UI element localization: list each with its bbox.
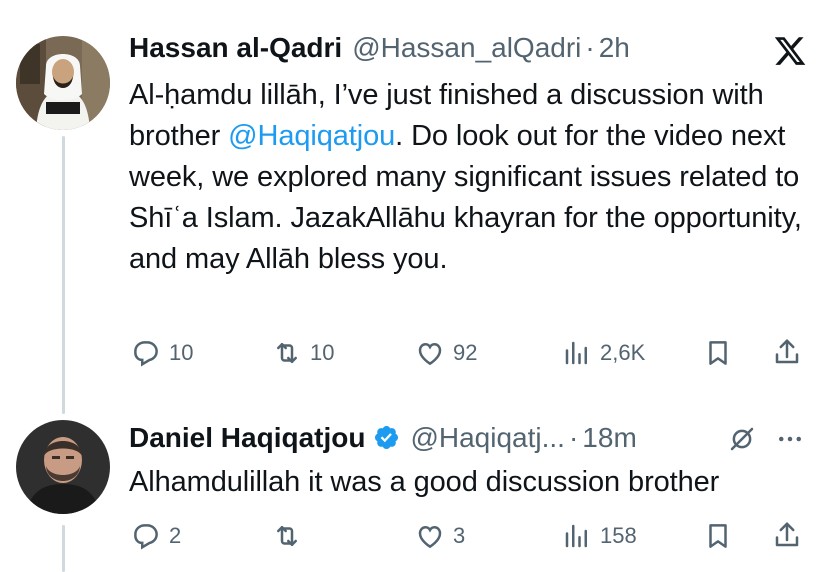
bookmark-icon — [709, 341, 727, 365]
tweet1-header: Hassan al-Qadri @Hassan_alQadri · 2h — [129, 32, 630, 64]
repost-button[interactable]: 10 — [272, 338, 334, 368]
views-count: 2,6K — [600, 340, 646, 365]
thread-connector — [62, 136, 65, 414]
bookmark-button[interactable] — [703, 338, 733, 373]
views-count: 158 — [600, 523, 637, 548]
separator-dot: · — [585, 32, 595, 63]
share-icon — [775, 522, 799, 547]
share-button[interactable] — [772, 337, 802, 372]
author-handle[interactable]: @Haqiqatj... — [410, 422, 565, 454]
avatar-hassan[interactable] — [16, 36, 110, 130]
author-name[interactable]: Daniel Haqiqatjou — [129, 422, 365, 454]
grok-button[interactable] — [727, 424, 757, 459]
mention-link[interactable]: @Haqiqatjou — [228, 120, 395, 152]
thread-connector-bottom — [62, 525, 65, 572]
x-logo-icon[interactable] — [773, 34, 807, 68]
author-name[interactable]: Hassan al-Qadri — [129, 32, 342, 64]
more-icon — [779, 436, 801, 442]
views-button[interactable]: 2,6K — [562, 338, 645, 368]
views-icon — [565, 524, 587, 548]
reply-button[interactable]: 2 — [131, 521, 181, 551]
grok-icon — [730, 427, 754, 451]
bookmark-icon — [709, 524, 727, 548]
verified-badge-icon — [375, 425, 399, 450]
timestamp[interactable]: 2h — [599, 32, 630, 64]
repost-button[interactable] — [272, 521, 310, 551]
tweet1-text: Al-ḥamdu lillāh, I’ve just finished a di… — [129, 75, 804, 280]
separator-dot: · — [568, 422, 579, 453]
timestamp[interactable]: 18m — [582, 422, 636, 454]
like-count: 92 — [453, 340, 478, 365]
repost-icon — [277, 526, 297, 546]
more-button[interactable] — [775, 424, 805, 459]
share-icon — [775, 339, 799, 364]
tweet2-text: Alhamdulillah it was a good discussion b… — [129, 466, 720, 498]
views-button[interactable]: 158 — [562, 521, 637, 551]
reply-count: 2 — [169, 523, 182, 548]
reply-count: 10 — [169, 340, 194, 365]
like-count: 3 — [453, 523, 466, 548]
reply-icon — [134, 341, 158, 367]
like-button[interactable]: 3 — [415, 521, 465, 551]
reply-icon — [134, 524, 158, 550]
views-icon — [565, 341, 587, 365]
share-button[interactable] — [772, 520, 802, 555]
heart-icon — [418, 525, 442, 549]
tweet2-header: Daniel Haqiqatjou @Haqiqatj... · 18m — [129, 420, 637, 454]
repost-icon — [277, 343, 297, 363]
like-button[interactable]: 92 — [415, 338, 477, 368]
avatar-daniel[interactable] — [16, 420, 110, 514]
heart-icon — [418, 342, 442, 366]
repost-count: 10 — [310, 340, 335, 365]
reply-button[interactable]: 10 — [131, 338, 193, 368]
bookmark-button[interactable] — [703, 521, 733, 556]
author-handle[interactable]: @Hassan_alQadri — [352, 32, 581, 64]
